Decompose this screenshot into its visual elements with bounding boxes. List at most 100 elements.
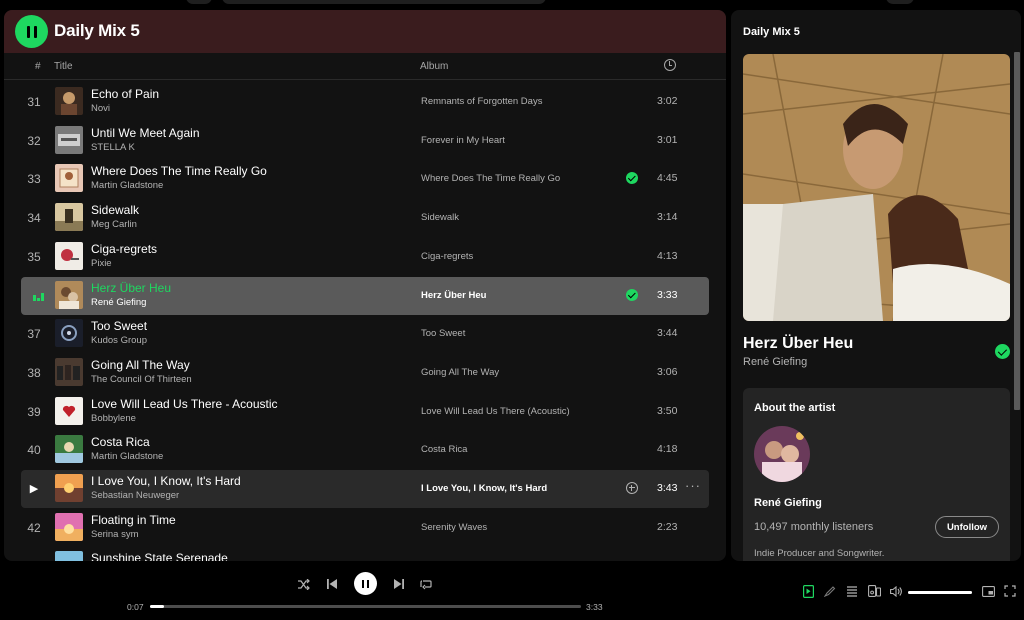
track-row[interactable]: 39 Love Will Lead Us There - Acoustic Bo… [21, 393, 709, 431]
fullscreen-icon[interactable] [1003, 585, 1017, 597]
volume-icon[interactable] [889, 585, 903, 597]
queue-icon[interactable] [845, 585, 859, 597]
connect-device-icon[interactable] [867, 585, 881, 597]
track-row[interactable]: 33 Where Does The Time Really Go Martin … [21, 160, 709, 198]
track-title[interactable]: Herz Über Heu [91, 281, 171, 295]
track-album[interactable]: Where Does The Time Really Go [421, 173, 560, 184]
now-playing-view-icon[interactable] [801, 584, 815, 598]
volume-slider[interactable] [908, 591, 972, 594]
track-album[interactable]: Ciga-regrets [421, 251, 473, 262]
album-art [55, 435, 83, 464]
track-title[interactable]: Floating in Time [91, 513, 176, 527]
track-artist[interactable]: Pixie [91, 258, 112, 269]
track-title[interactable]: Echo of Pain [91, 87, 159, 101]
pause-icon [361, 579, 365, 588]
track-artist[interactable]: Meg Carlin [91, 219, 137, 230]
track-album[interactable]: Too Sweet [421, 328, 465, 339]
liked-check-icon[interactable] [995, 344, 1010, 359]
pause-button[interactable] [354, 572, 377, 595]
lyrics-icon[interactable] [823, 585, 837, 597]
track-row[interactable]: 31 Echo of Pain Novi Remnants of Forgott… [21, 83, 709, 121]
track-title[interactable]: Until We Meet Again [91, 126, 200, 140]
track-title[interactable]: Love Will Lead Us There - Acoustic [91, 397, 278, 411]
track-row[interactable]: 43 Sunshine State Serenade [21, 547, 709, 561]
track-album[interactable]: Remnants of Forgotten Days [421, 96, 542, 107]
artist-name[interactable]: René Giefing [754, 497, 822, 509]
about-artist-card[interactable]: About the artist René Giefing 10,497 mon… [743, 388, 1010, 561]
track-row-hovered[interactable]: ▶ I Love You, I Know, It's Hard Sebastia… [21, 470, 709, 508]
track-album[interactable]: Herz Über Heu [421, 290, 486, 301]
track-artist[interactable]: Kudos Group [91, 335, 147, 346]
pause-playlist-button[interactable] [15, 15, 48, 48]
total-time: 3:33 [586, 602, 603, 612]
now-playing-artist[interactable]: René Giefing [743, 356, 807, 368]
track-list: 31 Echo of Pain Novi Remnants of Forgott… [4, 83, 726, 561]
side-panel-scrollbar[interactable] [1014, 52, 1020, 410]
track-row[interactable]: 42 Floating in Time Serina sym Serenity … [21, 509, 709, 547]
track-artist[interactable]: STELLA K [91, 142, 135, 153]
track-row[interactable]: 40 Costa Rica Martin Gladstone Costa Ric… [21, 431, 709, 469]
unfollow-button[interactable]: Unfollow [935, 516, 999, 538]
previous-icon[interactable] [324, 576, 340, 592]
column-title[interactable]: Title [54, 61, 73, 72]
track-duration: 3:44 [657, 327, 678, 340]
track-row[interactable]: 34 Sidewalk Meg Carlin Sidewalk 3:14 [21, 199, 709, 237]
track-album[interactable]: Going All The Way [421, 367, 499, 378]
add-to-liked-icon[interactable] [626, 482, 638, 494]
track-artist[interactable]: Novi [91, 103, 110, 114]
pause-icon-bar [33, 25, 37, 38]
play-track-icon[interactable]: ▶ [21, 482, 47, 495]
track-row[interactable]: 35 Ciga-regrets Pixie Ciga-regrets 4:13 [21, 238, 709, 276]
track-row[interactable]: 38 Going All The Way The Council Of Thir… [21, 354, 709, 392]
track-album[interactable]: I Love You, I Know, It's Hard [421, 483, 547, 494]
track-album[interactable]: Love Will Lead Us There (Acoustic) [421, 406, 570, 417]
track-title[interactable]: Ciga-regrets [91, 242, 157, 256]
track-duration: 3:50 [657, 404, 678, 417]
track-artist[interactable]: Martin Gladstone [91, 180, 163, 191]
liked-check-icon[interactable] [626, 172, 638, 185]
more-options-icon[interactable]: ··· [685, 478, 701, 493]
track-row[interactable]: 32 Until We Meet Again STELLA K Forever … [21, 122, 709, 160]
artist-avatar[interactable] [754, 426, 810, 482]
track-album[interactable]: Serenity Waves [421, 522, 487, 533]
column-number[interactable]: # [35, 61, 41, 72]
track-artist[interactable]: Bobbylene [91, 413, 136, 424]
track-album[interactable]: Costa Rica [421, 444, 467, 455]
mini-player-icon[interactable] [981, 585, 995, 597]
clock-icon[interactable] [664, 59, 676, 71]
track-title[interactable]: Where Does The Time Really Go [91, 164, 267, 178]
liked-check-icon[interactable] [626, 288, 638, 301]
album-art [55, 396, 83, 425]
search-bar[interactable] [222, 0, 546, 4]
track-title[interactable]: Too Sweet [91, 319, 147, 333]
track-title[interactable]: Sunshine State Serenade [91, 551, 228, 561]
album-art [55, 280, 83, 309]
playlist-panel: Daily Mix 5 # Title Album 31 Echo of Pai… [4, 10, 726, 561]
artist-bio: Indie Producer and Songwriter. [754, 548, 885, 559]
track-artist[interactable]: Sebastian Neuweger [91, 490, 179, 501]
track-artist[interactable]: Serina sym [91, 529, 139, 540]
next-icon[interactable] [390, 576, 406, 592]
profile-button[interactable] [886, 0, 914, 4]
track-number: 39 [27, 404, 41, 419]
back-button[interactable] [186, 0, 212, 4]
track-artist[interactable]: Martin Gladstone [91, 451, 163, 462]
track-title[interactable]: I Love You, I Know, It's Hard [91, 474, 241, 488]
track-title[interactable]: Going All The Way [91, 358, 190, 372]
now-playing-context[interactable]: Daily Mix 5 [743, 26, 800, 38]
pause-icon [26, 25, 30, 38]
track-artist[interactable]: The Council Of Thirteen [91, 374, 192, 385]
progress-bar[interactable] [150, 605, 581, 608]
now-playing-title[interactable]: Herz Über Heu [743, 335, 853, 353]
column-album[interactable]: Album [420, 61, 448, 72]
track-title[interactable]: Sidewalk [91, 203, 139, 217]
track-duration: 3:02 [657, 95, 678, 107]
track-artist[interactable]: René Giefing [91, 297, 146, 308]
track-album[interactable]: Sidewalk [421, 212, 459, 223]
track-row-playing[interactable]: Herz Über Heu René Giefing Herz Über Heu… [21, 276, 709, 315]
repeat-icon[interactable] [418, 576, 434, 592]
shuffle-icon[interactable] [296, 576, 312, 592]
track-album[interactable]: Forever in My Heart [421, 135, 505, 146]
track-title[interactable]: Costa Rica [91, 435, 150, 449]
track-row[interactable]: 37 Too Sweet Kudos Group Too Sweet 3:44 [21, 315, 709, 353]
